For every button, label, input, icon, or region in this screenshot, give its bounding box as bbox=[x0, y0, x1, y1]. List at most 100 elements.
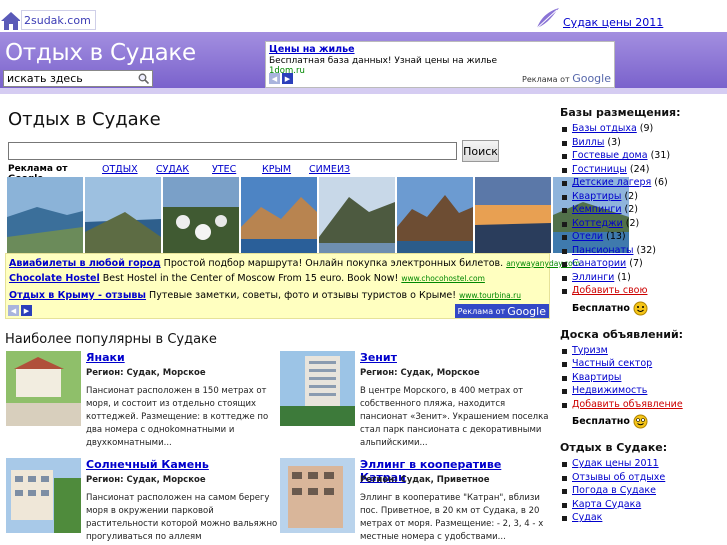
listing-title[interactable]: Янаки bbox=[86, 351, 125, 364]
listing-photo[interactable] bbox=[6, 351, 81, 426]
header-banner: Отдых в Судаке Цены на жилье Бесплатная … bbox=[0, 32, 727, 94]
listing-photo[interactable] bbox=[280, 458, 355, 533]
header-adsby[interactable]: Реклама от Google bbox=[522, 72, 611, 85]
listing-title[interactable]: Зенит bbox=[360, 351, 397, 364]
sidebar-item-link[interactable]: Виллы bbox=[572, 137, 604, 148]
board-list: Туризм Частный сектор Квартиры Недвижимо… bbox=[560, 344, 727, 412]
text-ad-2-title[interactable]: Chocolate Hostel bbox=[9, 273, 100, 284]
sidebar-item-link[interactable]: Кемпинги bbox=[572, 204, 622, 215]
sidebar-item-link[interactable]: Санатории bbox=[572, 258, 626, 269]
sidebar-item-link[interactable]: Коттеджи bbox=[572, 218, 623, 229]
sidebar-item: Пансионаты (32) bbox=[560, 244, 727, 258]
page: 2sudak.com Судак цены 2011 Отдых в Судак… bbox=[0, 0, 727, 545]
header-ad-text: Бесплатная база данных! Узнай цены на жи… bbox=[269, 56, 498, 66]
listing-description: В центре Морского, в 400 метрах от собст… bbox=[360, 386, 549, 448]
listing-region: Регион: Судак, Морское bbox=[360, 368, 480, 378]
photo-fortress[interactable] bbox=[397, 177, 473, 253]
sidebar-item-link[interactable]: Квартиры bbox=[572, 372, 621, 383]
photo-flowers[interactable] bbox=[163, 177, 239, 253]
sidebar-item-link[interactable]: Детские лагеря bbox=[572, 177, 651, 188]
sidebar-item: Отели (13) bbox=[560, 230, 727, 244]
prev-arrow-icon[interactable]: ◀ bbox=[269, 73, 280, 84]
popular-section-title: Наиболее популярны в Судаке bbox=[5, 332, 217, 347]
listing-description: Пансионат расположен на самом берегу мор… bbox=[86, 493, 278, 542]
top-right-promo[interactable]: Судак цены 2011 bbox=[535, 7, 663, 29]
site-logo[interactable]: 2sudak.com bbox=[0, 6, 96, 30]
free-label: Бесплатно bbox=[572, 416, 630, 427]
sidebar-item: Виллы (3) bbox=[560, 136, 727, 150]
sidebar-item-count: (6) bbox=[651, 177, 668, 188]
add-listing-link[interactable]: Добавить свою bbox=[572, 285, 647, 296]
next-arrow-icon[interactable]: ▶ bbox=[21, 305, 32, 316]
sidebar-item-link[interactable]: Частный сектор bbox=[572, 358, 652, 369]
accommodation-list: Базы отдыха (9) Виллы (3) Гостевые дома … bbox=[560, 122, 727, 298]
sidebar-item-count: (32) bbox=[633, 244, 656, 256]
sidebar-item: Добавить свою bbox=[560, 284, 727, 298]
photo-coast-1[interactable] bbox=[7, 177, 83, 253]
sidebar-item-link[interactable]: Отели bbox=[572, 231, 603, 242]
text-ad-line-2[interactable]: Chocolate Hostel Best Hostel in the Cent… bbox=[9, 273, 485, 284]
sidebar-item-link[interactable]: Недвижимость bbox=[572, 385, 647, 396]
sidebar-item-link[interactable]: Судак bbox=[572, 512, 602, 523]
sidebar-item: Судак bbox=[560, 511, 727, 525]
sidebar-item-link[interactable]: Гостевые дома bbox=[572, 150, 648, 161]
listing-title[interactable]: Солнечный Камень bbox=[86, 458, 209, 471]
sidebar-item-link[interactable]: Базы отдыха bbox=[572, 123, 637, 134]
text-ad-2-url[interactable]: www.chocohostel.com bbox=[401, 274, 485, 283]
text-ad-line-1[interactable]: Авиабилеты в любой город Простой подбор … bbox=[9, 258, 580, 269]
sidebar-item-link[interactable]: Карта Судака bbox=[572, 499, 641, 510]
sidebar-item-link[interactable]: Туризм bbox=[572, 345, 608, 356]
photo-strip bbox=[7, 177, 629, 253]
listing-region: Регион: Судак, Приветное bbox=[360, 475, 490, 485]
listing-region: Регион: Судак, Морское bbox=[86, 368, 206, 378]
text-ad-block: Авиабилеты в любой город Простой подбор … bbox=[5, 253, 580, 319]
smiley-icon bbox=[633, 414, 648, 429]
main-search-input[interactable] bbox=[8, 142, 457, 160]
sidebar-item-link[interactable]: Эллинги bbox=[572, 272, 614, 283]
sidebar-item-link[interactable]: Судак цены 2011 bbox=[572, 458, 659, 469]
photo-coast-2[interactable] bbox=[85, 177, 161, 253]
text-ad-3-title[interactable]: Отдых в Крыму - отзывы bbox=[9, 290, 146, 301]
header-search-input[interactable] bbox=[7, 72, 132, 85]
listing-description: Пансионат расположен в 150 метрах от мор… bbox=[86, 386, 269, 448]
text-ad-line-3[interactable]: Отдых в Крыму - отзывы Путевые заметки, … bbox=[9, 290, 521, 301]
text-ad-1-title[interactable]: Авиабилеты в любой город bbox=[9, 258, 161, 269]
text-ad-adsby[interactable]: Реклама от Google bbox=[454, 304, 549, 318]
sidebar-item-count: (1) bbox=[614, 271, 631, 283]
listing-photo[interactable] bbox=[280, 351, 355, 426]
sidebar: Базы размещения: Базы отдыха (9) Виллы (… bbox=[560, 106, 727, 525]
next-arrow-icon[interactable]: ▶ bbox=[282, 73, 293, 84]
site-title: Отдых в Судаке bbox=[5, 40, 196, 66]
header-ad-title[interactable]: Цены на жилье bbox=[269, 44, 611, 55]
house-icon bbox=[1, 12, 20, 30]
sidebar-item: Гостиницы (24) bbox=[560, 163, 727, 177]
sidebar-item-link[interactable]: Пансионаты bbox=[572, 245, 633, 256]
listing-photo[interactable] bbox=[6, 458, 81, 533]
sidebar-item-link[interactable]: Отзывы об отдыхе bbox=[572, 472, 665, 483]
sidebar-item: Коттеджи (2) bbox=[560, 217, 727, 231]
sidebar-board-title: Доска объявлений: bbox=[560, 327, 684, 341]
sidebar-item-link[interactable]: Погода в Судаке bbox=[572, 485, 656, 496]
sidebar-item: Погода в Судаке bbox=[560, 484, 727, 498]
search-button[interactable]: Поиск bbox=[462, 140, 499, 162]
page-title: Отдых в Судаке bbox=[8, 109, 161, 130]
top-bar: 2sudak.com Судак цены 2011 bbox=[0, 0, 727, 32]
prev-arrow-icon[interactable]: ◀ bbox=[8, 305, 19, 316]
free-note: Бесплатно bbox=[560, 301, 727, 316]
header-ad-nav: ◀ ▶ bbox=[269, 73, 293, 84]
sidebar-item-link[interactable]: Квартиры bbox=[572, 191, 621, 202]
sidebar-item: Частный сектор bbox=[560, 357, 727, 371]
photo-mountain[interactable] bbox=[319, 177, 395, 253]
sidebar-item-count: (3) bbox=[604, 136, 621, 148]
photo-sunset[interactable] bbox=[475, 177, 551, 253]
photo-cliffs[interactable] bbox=[241, 177, 317, 253]
sidebar-item: Добавить объявление bbox=[560, 398, 727, 412]
sidebar-item-link[interactable]: Гостиницы bbox=[572, 164, 627, 175]
search-icon[interactable] bbox=[138, 73, 149, 84]
header-search-box[interactable] bbox=[3, 70, 153, 87]
prices-2011-link[interactable]: Судак цены 2011 bbox=[563, 16, 663, 29]
sidebar-item-count: (31) bbox=[647, 150, 671, 161]
text-ad-3-url[interactable]: www.tourbina.ru bbox=[459, 291, 521, 300]
google-label: Google bbox=[507, 304, 546, 318]
add-ad-link[interactable]: Добавить объявление bbox=[572, 399, 683, 410]
